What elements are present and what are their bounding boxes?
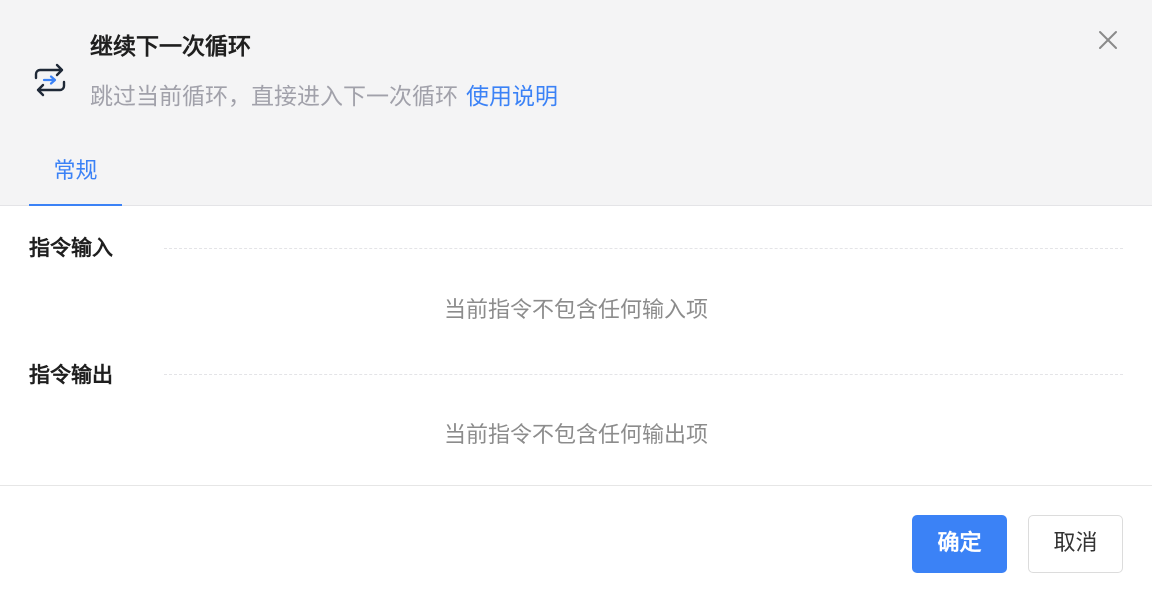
help-link[interactable]: 使用说明 xyxy=(466,84,558,110)
footer-divider xyxy=(0,485,1152,486)
confirm-button[interactable]: 确定 xyxy=(912,515,1007,573)
empty-input-message: 当前指令不包含任何输入项 xyxy=(443,298,708,323)
dialog-title: 继续下一次循环 xyxy=(90,34,251,60)
continue-loop-dialog: 继续下一次循环 跳过当前循环，直接进入下一次循环 使用说明 常规 指令输入 当前指… xyxy=(0,0,1152,602)
close-icon[interactable] xyxy=(1094,26,1122,54)
section-divider xyxy=(164,374,1123,375)
cancel-button[interactable]: 取消 xyxy=(1028,515,1123,573)
empty-output-message: 当前指令不包含任何输出项 xyxy=(443,423,708,448)
loop-arrows-icon xyxy=(34,63,66,97)
dialog-header: 继续下一次循环 跳过当前循环，直接进入下一次循环 使用说明 常规 xyxy=(0,0,1152,206)
section-title-output: 指令输出 xyxy=(29,363,113,387)
section-divider xyxy=(164,248,1123,249)
description-text: 跳过当前循环，直接进入下一次循环 xyxy=(90,84,458,110)
tab-general[interactable]: 常规 xyxy=(29,156,122,206)
section-title-input: 指令输入 xyxy=(29,236,113,260)
dialog-description: 跳过当前循环，直接进入下一次循环 使用说明 xyxy=(90,82,558,112)
